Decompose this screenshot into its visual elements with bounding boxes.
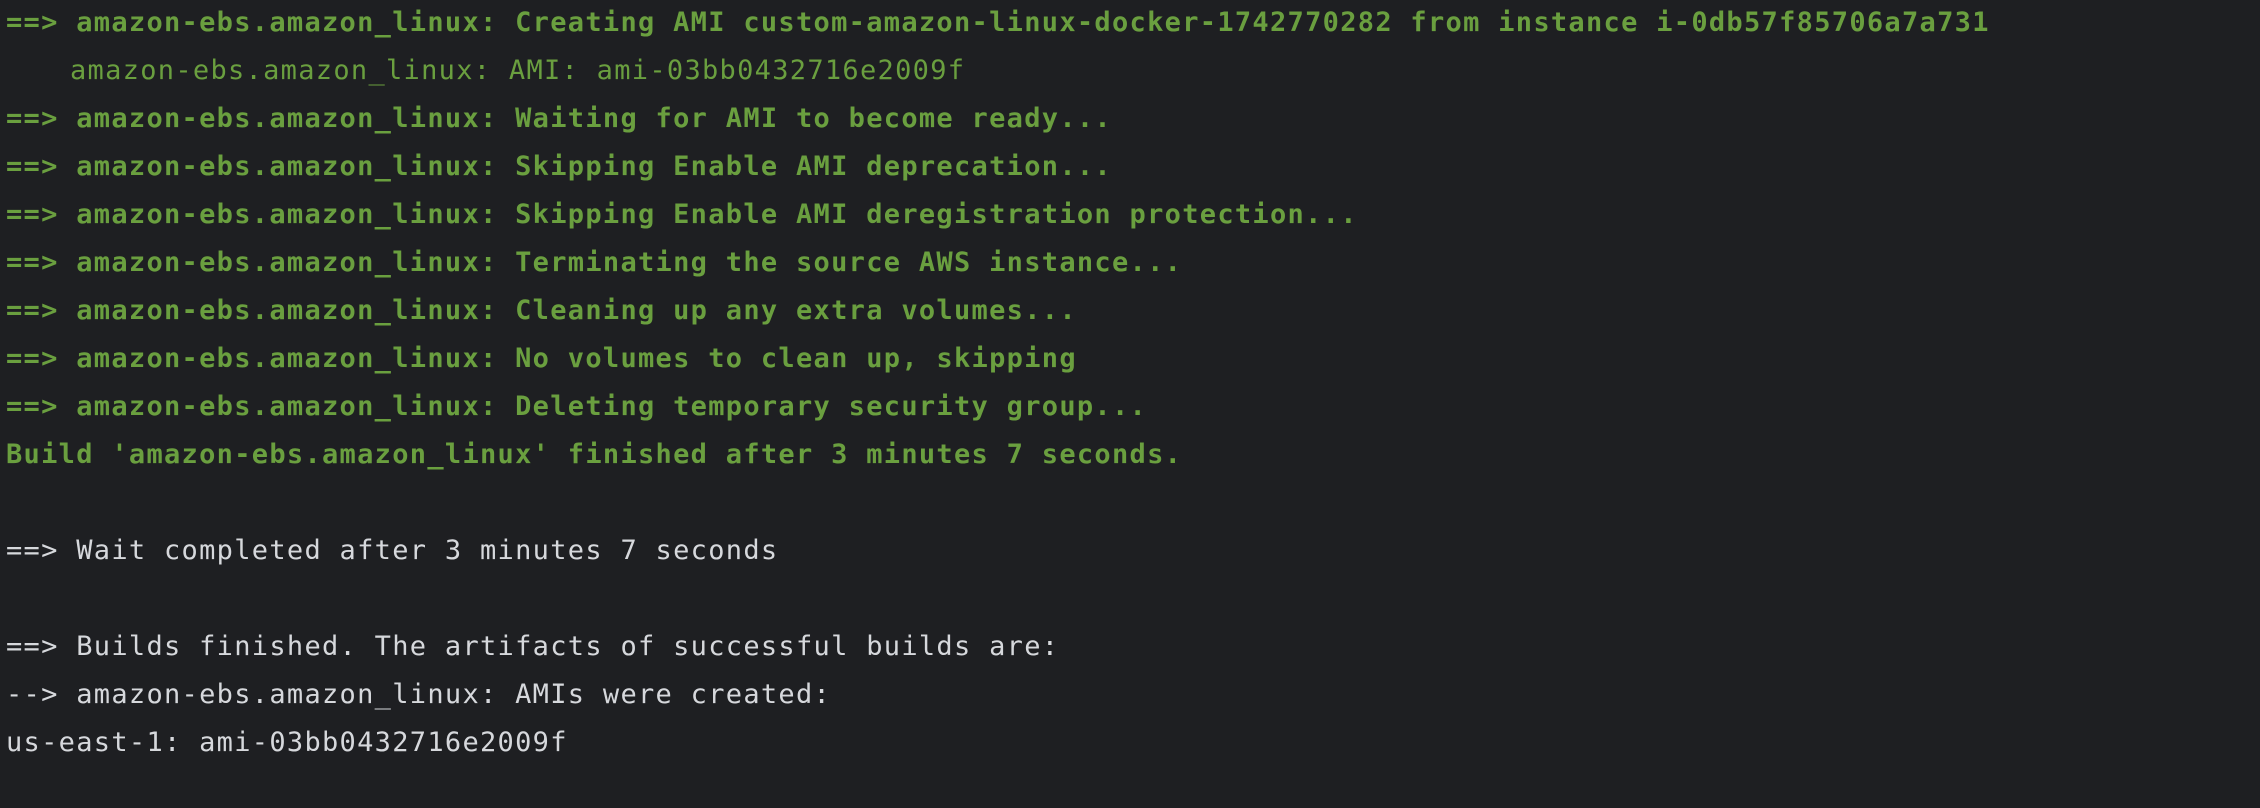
terminal-line: ==> amazon-ebs.amazon_linux: Waiting for… (6, 103, 1112, 134)
terminal-output[interactable]: ==> amazon-ebs.amazon_linux: Creating AM… (0, 0, 2260, 808)
ami-id-line: us-east-1: ami-03bb0432716e2009f (6, 727, 568, 758)
terminal-line: ==> amazon-ebs.amazon_linux: Skipping En… (6, 151, 1112, 182)
terminal-line: ==> amazon-ebs.amazon_linux: Deleting te… (6, 391, 1148, 422)
build-finished-line: Build 'amazon-ebs.amazon_linux' finished… (6, 439, 1183, 470)
terminal-line: ==> amazon-ebs.amazon_linux: Terminating… (6, 247, 1183, 278)
wait-completed-line: ==> Wait completed after 3 minutes 7 sec… (6, 535, 779, 566)
terminal-line: ==> amazon-ebs.amazon_linux: Creating AM… (6, 7, 1990, 38)
amis-created-line: --> amazon-ebs.amazon_linux: AMIs were c… (6, 679, 832, 710)
builds-finished-line: ==> Builds finished. The artifacts of su… (6, 631, 1060, 662)
terminal-line: ==> amazon-ebs.amazon_linux: Cleaning up… (6, 295, 1077, 326)
terminal-line: ==> amazon-ebs.amazon_linux: No volumes … (6, 343, 1077, 374)
terminal-line: amazon-ebs.amazon_linux: AMI: ami-03bb04… (70, 55, 966, 86)
terminal-line: ==> amazon-ebs.amazon_linux: Skipping En… (6, 199, 1358, 230)
